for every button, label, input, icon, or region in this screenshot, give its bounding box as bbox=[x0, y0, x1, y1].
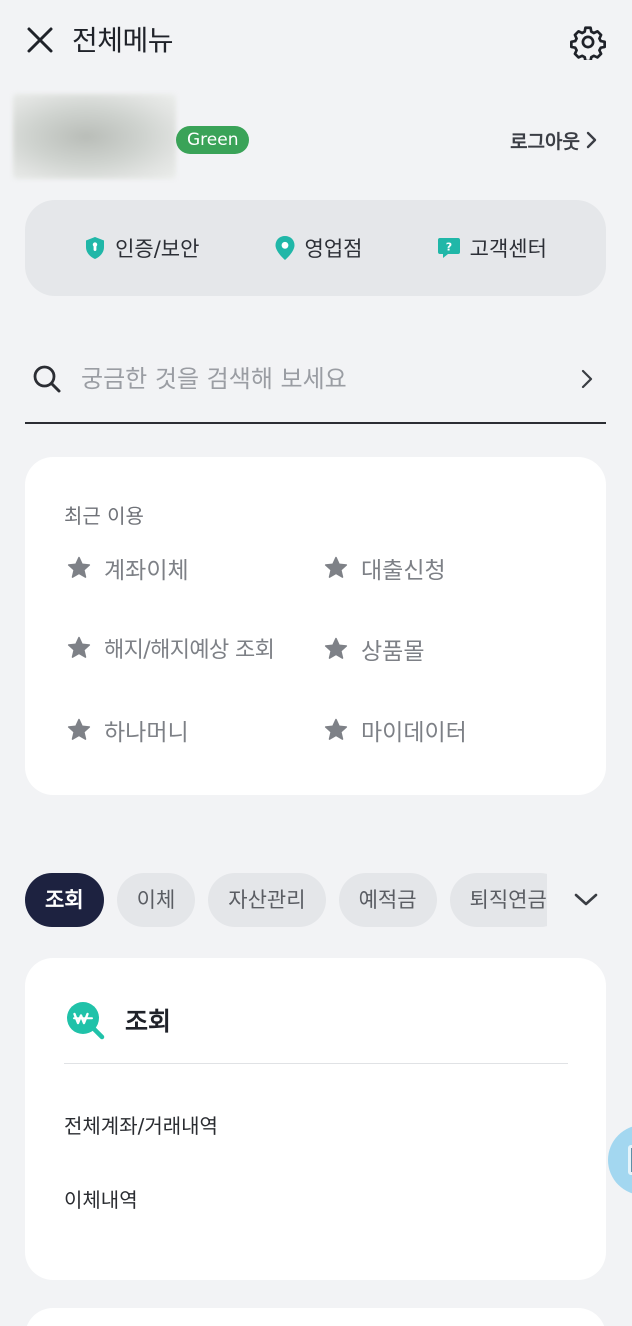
recent-item-product-mall[interactable]: 상품몰 bbox=[323, 632, 424, 666]
settings-button[interactable] bbox=[566, 20, 610, 64]
quick-item-label: 영업점 bbox=[304, 237, 363, 261]
divider bbox=[64, 1063, 568, 1064]
recent-menu-card: 최근 이용 계좌이체 대출신청 해지/해지예상 조회 상품몰 하나머니 마이데이… bbox=[25, 457, 606, 795]
help-chat-icon: ? bbox=[437, 238, 460, 258]
quick-item-branch[interactable]: 영업점 bbox=[274, 233, 363, 263]
gear-icon bbox=[570, 26, 606, 60]
tab-transfer[interactable]: 이체 bbox=[116, 873, 196, 927]
profile-name-blurred bbox=[13, 94, 176, 179]
star-icon bbox=[67, 636, 91, 658]
shield-icon bbox=[86, 237, 105, 259]
tabs-scroll[interactable]: 조회 이체 자산관리 예적금 퇴직연금 bbox=[25, 873, 547, 927]
document-icon bbox=[628, 1145, 632, 1175]
menu-item-all-accounts[interactable]: 전체계좌/거래내역 bbox=[64, 1110, 218, 1139]
inquiry-section-card: 조회 전체계좌/거래내역 이체내역 bbox=[25, 958, 606, 1280]
search-icon bbox=[27, 359, 67, 399]
chevron-down-icon bbox=[574, 893, 598, 906]
search-bar bbox=[25, 336, 606, 424]
recent-title: 최근 이용 bbox=[64, 504, 144, 528]
close-icon bbox=[27, 27, 53, 53]
recent-item-label: 대출신청 bbox=[361, 558, 446, 584]
star-icon bbox=[324, 718, 348, 740]
svg-text:?: ? bbox=[445, 241, 451, 254]
search-submit-button[interactable] bbox=[572, 359, 602, 399]
tab-asset-management[interactable]: 자산관리 bbox=[208, 873, 326, 927]
star-icon bbox=[324, 556, 348, 578]
tabs-expand-button[interactable] bbox=[566, 880, 606, 920]
tab-deposits-savings[interactable]: 예적금 bbox=[338, 873, 437, 927]
recent-item-hana-money[interactable]: 하나머니 bbox=[66, 713, 189, 747]
quick-item-label: 고객센터 bbox=[469, 237, 547, 261]
star-icon bbox=[67, 556, 91, 578]
recent-item-transfer[interactable]: 계좌이체 bbox=[66, 551, 189, 585]
page-title: 전체메뉴 bbox=[72, 24, 174, 57]
full-menu-screen: 전체메뉴 Green 로그아웃 인증/보안 영업점 ? 고객센터 궁금한 것을 … bbox=[0, 0, 632, 1326]
won-search-icon bbox=[67, 1002, 105, 1040]
quick-menu: 인증/보안 영업점 ? 고객센터 bbox=[25, 200, 606, 296]
recent-item-mydata[interactable]: 마이데이터 bbox=[323, 713, 467, 747]
grade-badge: Green bbox=[176, 126, 250, 154]
recent-item-termination[interactable]: 해지/해지예상 조회 bbox=[66, 632, 275, 664]
next-section-card bbox=[25, 1308, 606, 1326]
recent-item-label: 상품몰 bbox=[361, 639, 425, 665]
star-icon bbox=[67, 718, 91, 740]
category-tabs: 조회 이체 자산관리 예적금 퇴직연금 bbox=[25, 873, 606, 927]
inquiry-section-header: 조회 bbox=[65, 1000, 171, 1040]
tab-inquiry[interactable]: 조회 bbox=[25, 873, 104, 927]
recent-item-label: 마이데이터 bbox=[361, 720, 467, 746]
star-icon bbox=[324, 637, 348, 659]
quick-item-customer-center[interactable]: ? 고객센터 bbox=[437, 233, 547, 263]
header: 전체메뉴 bbox=[0, 0, 632, 84]
tab-retirement-pension[interactable]: 퇴직연금 bbox=[449, 873, 547, 927]
menu-item-transfer-history[interactable]: 이체내역 bbox=[64, 1184, 138, 1213]
recent-item-label: 계좌이체 bbox=[104, 558, 189, 584]
inquiry-section-title: 조회 bbox=[125, 1007, 172, 1036]
search-input[interactable] bbox=[81, 354, 572, 404]
quick-item-auth-security[interactable]: 인증/보안 bbox=[84, 233, 199, 263]
floating-action-button[interactable] bbox=[608, 1125, 632, 1195]
logout-label: 로그아웃 bbox=[510, 130, 580, 153]
close-button[interactable] bbox=[22, 22, 58, 58]
chevron-right-icon bbox=[586, 131, 597, 149]
recent-item-label: 하나머니 bbox=[104, 720, 189, 746]
location-pin-icon bbox=[275, 236, 295, 260]
chevron-right-icon bbox=[581, 369, 593, 389]
recent-item-label: 해지/해지예상 조회 bbox=[104, 638, 275, 663]
recent-item-loan-apply[interactable]: 대출신청 bbox=[323, 551, 446, 585]
quick-item-label: 인증/보안 bbox=[115, 237, 200, 261]
logout-button[interactable]: 로그아웃 bbox=[510, 124, 598, 156]
